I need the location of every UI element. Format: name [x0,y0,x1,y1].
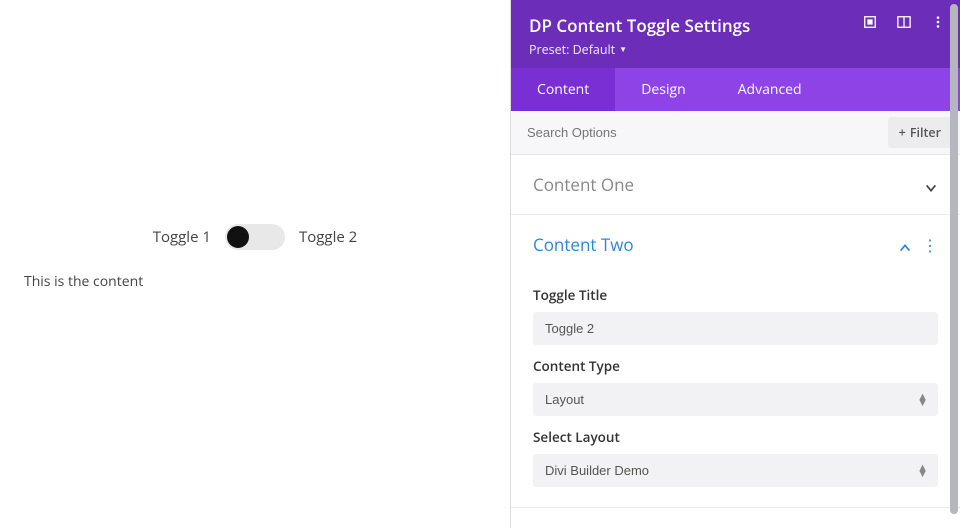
preset-selector[interactable]: Preset: Default ▼ [529,41,942,58]
toggle-title-input[interactable] [533,312,938,345]
toggle-row: Toggle 1 Toggle 2 [24,224,486,250]
plus-icon: + [899,124,906,141]
expand-icon[interactable] [862,14,878,30]
toggle-left-label: Toggle 1 [153,227,211,247]
chevron-down-icon [924,178,938,192]
section-content-one: Content One [511,155,960,215]
preview-pane: Toggle 1 Toggle 2 This is the content [0,0,510,528]
caret-down-icon: ▼ [619,44,627,55]
filter-button[interactable]: + Filter [888,117,952,148]
panel-header: DP Content Toggle Settings Preset: Defau… [511,0,960,68]
sections-container: Content One Content Two [511,155,960,528]
settings-panel: DP Content Toggle Settings Preset: Defau… [510,0,960,528]
section-header-content-one[interactable]: Content One [533,155,938,214]
search-input[interactable] [511,115,880,150]
content-type-label: Content Type [533,357,938,375]
section-link: Link [511,508,960,528]
section-body-content-two: Toggle Title Content Type ▲▼ Select Layo… [533,286,938,507]
tabs: Content Design Advanced [511,68,960,111]
content-toggle-switch[interactable] [225,224,285,250]
tab-design[interactable]: Design [615,68,711,111]
select-layout-select[interactable] [533,454,938,487]
section-title-content-two: Content Two [533,233,634,256]
columns-icon[interactable] [896,14,912,30]
select-layout-label: Select Layout [533,428,938,446]
chevron-up-icon [898,238,912,252]
section-header-content-two[interactable]: Content Two ⋮ [533,215,938,274]
filter-label: Filter [910,124,941,141]
tab-advanced[interactable]: Advanced [712,68,828,111]
scrollbar[interactable] [948,0,960,528]
content-type-select[interactable] [533,383,938,416]
preview-content-text: This is the content [24,272,486,291]
section-content-two: Content Two ⋮ Toggle Title Content Type [511,215,960,508]
tab-content[interactable]: Content [511,68,615,111]
kebab-menu-icon[interactable] [930,14,946,30]
section-header-link[interactable]: Link [533,508,938,528]
scrollbar-thumb[interactable] [950,4,958,514]
section-title-content-one: Content One [533,173,634,196]
toggle-title-label: Toggle Title [533,286,938,304]
toggle-right-label: Toggle 2 [299,227,357,247]
preset-label: Preset: Default [529,41,615,58]
section-kebab-icon[interactable]: ⋮ [922,237,938,253]
switch-knob [227,226,249,248]
search-row: + Filter [511,111,960,155]
